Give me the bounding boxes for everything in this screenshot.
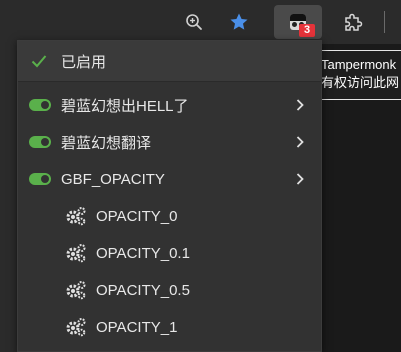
checkmark-icon <box>31 53 47 69</box>
zoom-button[interactable] <box>179 7 209 37</box>
menu-command-label: OPACITY_0.1 <box>96 244 190 262</box>
menu-command-opacity-1[interactable]: OPACITY_1 <box>18 309 323 345</box>
toolbar-separator <box>384 11 385 33</box>
chevron-right-icon <box>296 99 306 111</box>
gears-icon <box>65 206 87 226</box>
script-label: 碧蓝幻想出HELL了 <box>61 97 189 115</box>
gears-icon <box>65 243 87 263</box>
menu-command-label: OPACITY_0 <box>96 207 178 225</box>
toggle-on-icon[interactable] <box>29 136 51 148</box>
enabled-label: 已启用 <box>61 53 107 71</box>
menu-command-opacity-0-1[interactable]: OPACITY_0.1 <box>18 235 323 271</box>
script-label: GBF_OPACITY <box>61 170 165 188</box>
zoom-in-icon <box>186 14 202 30</box>
tooltip-line-1: Tampermonk <box>321 57 397 72</box>
chevron-right-icon <box>296 136 306 148</box>
menu-command-opacity-0[interactable]: OPACITY_0 <box>18 198 323 234</box>
menu-command-label: OPACITY_1 <box>96 318 178 336</box>
browser-toolbar: 3 <box>0 0 401 44</box>
star-icon <box>230 13 248 30</box>
tampermonkey-extension-button[interactable]: 3 <box>274 5 322 39</box>
extension-tooltip: Tampermonk 有权访问此网 <box>312 50 401 100</box>
puzzle-icon <box>345 13 363 31</box>
gears-icon <box>65 317 87 337</box>
menu-command-opacity-0-5[interactable]: OPACITY_0.5 <box>18 272 323 308</box>
tampermonkey-popup-menu: 已启用 碧蓝幻想出HELL了 碧蓝幻想翻译 GBF_OPACITY OPACIT… <box>17 40 322 352</box>
script-item-hell[interactable]: 碧蓝幻想出HELL了 <box>18 87 323 123</box>
tooltip-line-2: 有权访问此网 <box>321 75 400 90</box>
script-count-badge: 3 <box>299 24 315 37</box>
menu-command-label: OPACITY_0.5 <box>96 281 190 299</box>
chevron-right-icon <box>296 173 306 185</box>
gears-icon <box>65 280 87 300</box>
script-item-translate[interactable]: 碧蓝幻想翻译 <box>18 124 323 160</box>
toggle-on-icon[interactable] <box>29 99 51 111</box>
bookmark-star-button[interactable] <box>224 7 254 37</box>
toggle-on-icon[interactable] <box>29 173 51 185</box>
enabled-header[interactable]: 已启用 <box>18 41 321 82</box>
script-label: 碧蓝幻想翻译 <box>61 134 152 152</box>
extensions-button[interactable] <box>338 7 368 37</box>
script-item-gbf-opacity[interactable]: GBF_OPACITY <box>18 161 323 197</box>
